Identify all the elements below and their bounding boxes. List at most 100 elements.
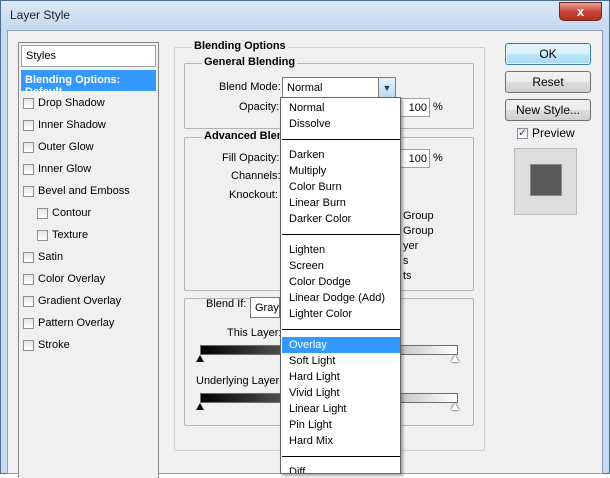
blend-mode-option-vivid-light[interactable]: Vivid Light [282,385,400,401]
partial-option-3: yer [403,240,419,252]
blend-mode-select[interactable]: Normal ▼ [282,77,396,98]
blend-mode-option-darker-color[interactable]: Darker Color [282,211,400,227]
style-item-label: Outer Glow [38,141,94,153]
style-item-inner-shadow[interactable]: Inner Shadow [23,116,106,134]
blending-options-item[interactable]: Blending Options: Default [21,70,156,98]
style-checkbox[interactable] [23,317,34,329]
blend-mode-option-pin-light[interactable]: Pin Light [282,417,400,433]
style-checkbox[interactable] [23,141,34,153]
blend-mode-option-soft-light[interactable]: Soft Light [282,353,400,369]
partial-option-5: ts [403,270,412,282]
dropdown-separator [282,139,400,140]
style-item-label: Contour [52,207,92,219]
style-item-label: Pattern Overlay [38,317,115,329]
this-layer-black-slider[interactable] [196,355,204,362]
style-item-outer-glow[interactable]: Outer Glow [23,138,94,156]
style-item-satin[interactable]: Satin [23,248,63,266]
blend-mode-option-color-burn[interactable]: Color Burn [282,179,400,195]
blend-mode-option-linear-light[interactable]: Linear Light [282,401,400,417]
style-item-label: Color Overlay [38,273,106,285]
partial-option-2: Group [403,225,434,237]
style-checkbox[interactable] [37,207,48,219]
new-style-button[interactable]: New Style... [505,99,591,121]
blend-mode-option-darken[interactable]: Darken [282,147,400,163]
fill-opacity-label: Fill Opacity: [222,152,280,164]
chevron-down-icon[interactable]: ▼ [378,78,395,97]
preview-swatch [530,164,562,196]
opacity-percent: % [433,101,443,113]
style-item-inner-glow[interactable]: Inner Glow [23,160,91,178]
knockout-label: Knockout: [229,189,278,201]
fill-opacity-field[interactable]: 100 [399,149,430,168]
style-item-label: Stroke [38,339,70,351]
style-checkbox[interactable] [23,163,34,175]
preview-toggle[interactable]: ✓ Preview [517,126,575,140]
style-item-bevel-and-emboss[interactable]: Bevel and Emboss [23,182,130,200]
ok-button[interactable]: OK [505,43,591,65]
blend-mode-option-lighten[interactable]: Lighten [282,242,400,258]
blend-mode-option-linear-burn[interactable]: Linear Burn [282,195,400,211]
blend-mode-option-dissolve[interactable]: Dissolve [282,116,400,132]
fill-opacity-percent: % [433,152,443,164]
style-checkbox[interactable] [23,97,34,109]
style-checkbox[interactable] [37,229,48,241]
style-item-label: Drop Shadow [38,97,105,109]
style-item-stroke[interactable]: Stroke [23,336,70,354]
advanced-blending-title: Advanced Blend [202,130,293,142]
blend-mode-option-hard-light[interactable]: Hard Light [282,369,400,385]
this-layer-label: This Layer: [227,327,282,339]
this-layer-white-slider[interactable] [451,355,459,362]
partial-option-4: s [403,255,409,267]
blend-mode-option-screen[interactable]: Screen [282,258,400,274]
style-item-label: Satin [38,251,64,263]
blend-if-value: Gray [255,302,279,314]
window-title: Layer Style [10,8,71,22]
style-item-pattern-overlay[interactable]: Pattern Overlay [23,314,114,332]
styles-panel: Styles Blending Options: Default Drop Sh… [18,42,159,478]
blend-mode-dropdown: Normal Dissolve Darken Multiply Color Burn Li… [280,97,401,474]
underlying-white-slider[interactable] [451,403,459,410]
close-button[interactable]: x [559,2,602,21]
style-checkbox[interactable] [23,339,34,351]
dropdown-separator [282,456,400,457]
style-item-drop-shadow[interactable]: Drop Shadow [23,94,105,112]
title-bar[interactable]: Layer Style x [1,1,609,31]
style-item-label: Inner Shadow [38,119,106,131]
underlying-black-slider[interactable] [196,403,204,410]
blend-mode-option-hard-mix[interactable]: Hard Mix [282,433,400,449]
style-checkbox[interactable] [23,251,34,263]
opacity-label: Opacity: [239,101,280,113]
blend-mode-option-lighter-color[interactable]: Lighter Color [282,306,400,322]
blend-mode-option-normal[interactable]: Normal [282,100,400,116]
style-item-color-overlay[interactable]: Color Overlay [23,270,105,288]
style-checkbox[interactable] [23,295,34,307]
reset-button[interactable]: Reset [505,71,591,93]
style-checkbox[interactable] [23,273,34,285]
preview-checkbox[interactable]: ✓ [517,127,528,139]
style-item-texture[interactable]: Texture [37,226,88,244]
blend-mode-option-overlay[interactable]: Overlay [282,337,400,353]
style-item-gradient-overlay[interactable]: Gradient Overlay [23,292,121,310]
style-item-contour[interactable]: Contour [37,204,91,222]
opacity-field[interactable]: 100 [399,98,430,117]
general-blending-title: General Blending [202,56,298,68]
blend-mode-option-multiply[interactable]: Multiply [282,163,400,179]
blend-if-select[interactable]: Gray [250,297,280,318]
close-icon: x [576,4,585,19]
partial-option-1: Group [403,210,434,222]
blend-mode-option-diff[interactable]: Diff [282,464,400,473]
style-preview [514,148,577,215]
blend-mode-value: Normal [287,82,323,94]
blend-if-label: Blend If: [206,298,247,310]
style-checkbox[interactable] [23,185,34,197]
style-item-label: Inner Glow [38,163,92,175]
style-checkbox[interactable] [23,119,34,131]
dropdown-separator [282,234,400,235]
underlying-layer-label: Underlying Layer: [196,375,283,387]
blending-options-title: Blending Options [192,40,288,52]
blend-mode-option-linear-dodge-add[interactable]: Linear Dodge (Add) [282,290,400,306]
blend-mode-option-color-dodge[interactable]: Color Dodge [282,274,400,290]
blend-mode-label: Blend Mode: [219,81,281,93]
styles-header[interactable]: Styles [21,45,156,67]
dropdown-separator [282,329,400,330]
